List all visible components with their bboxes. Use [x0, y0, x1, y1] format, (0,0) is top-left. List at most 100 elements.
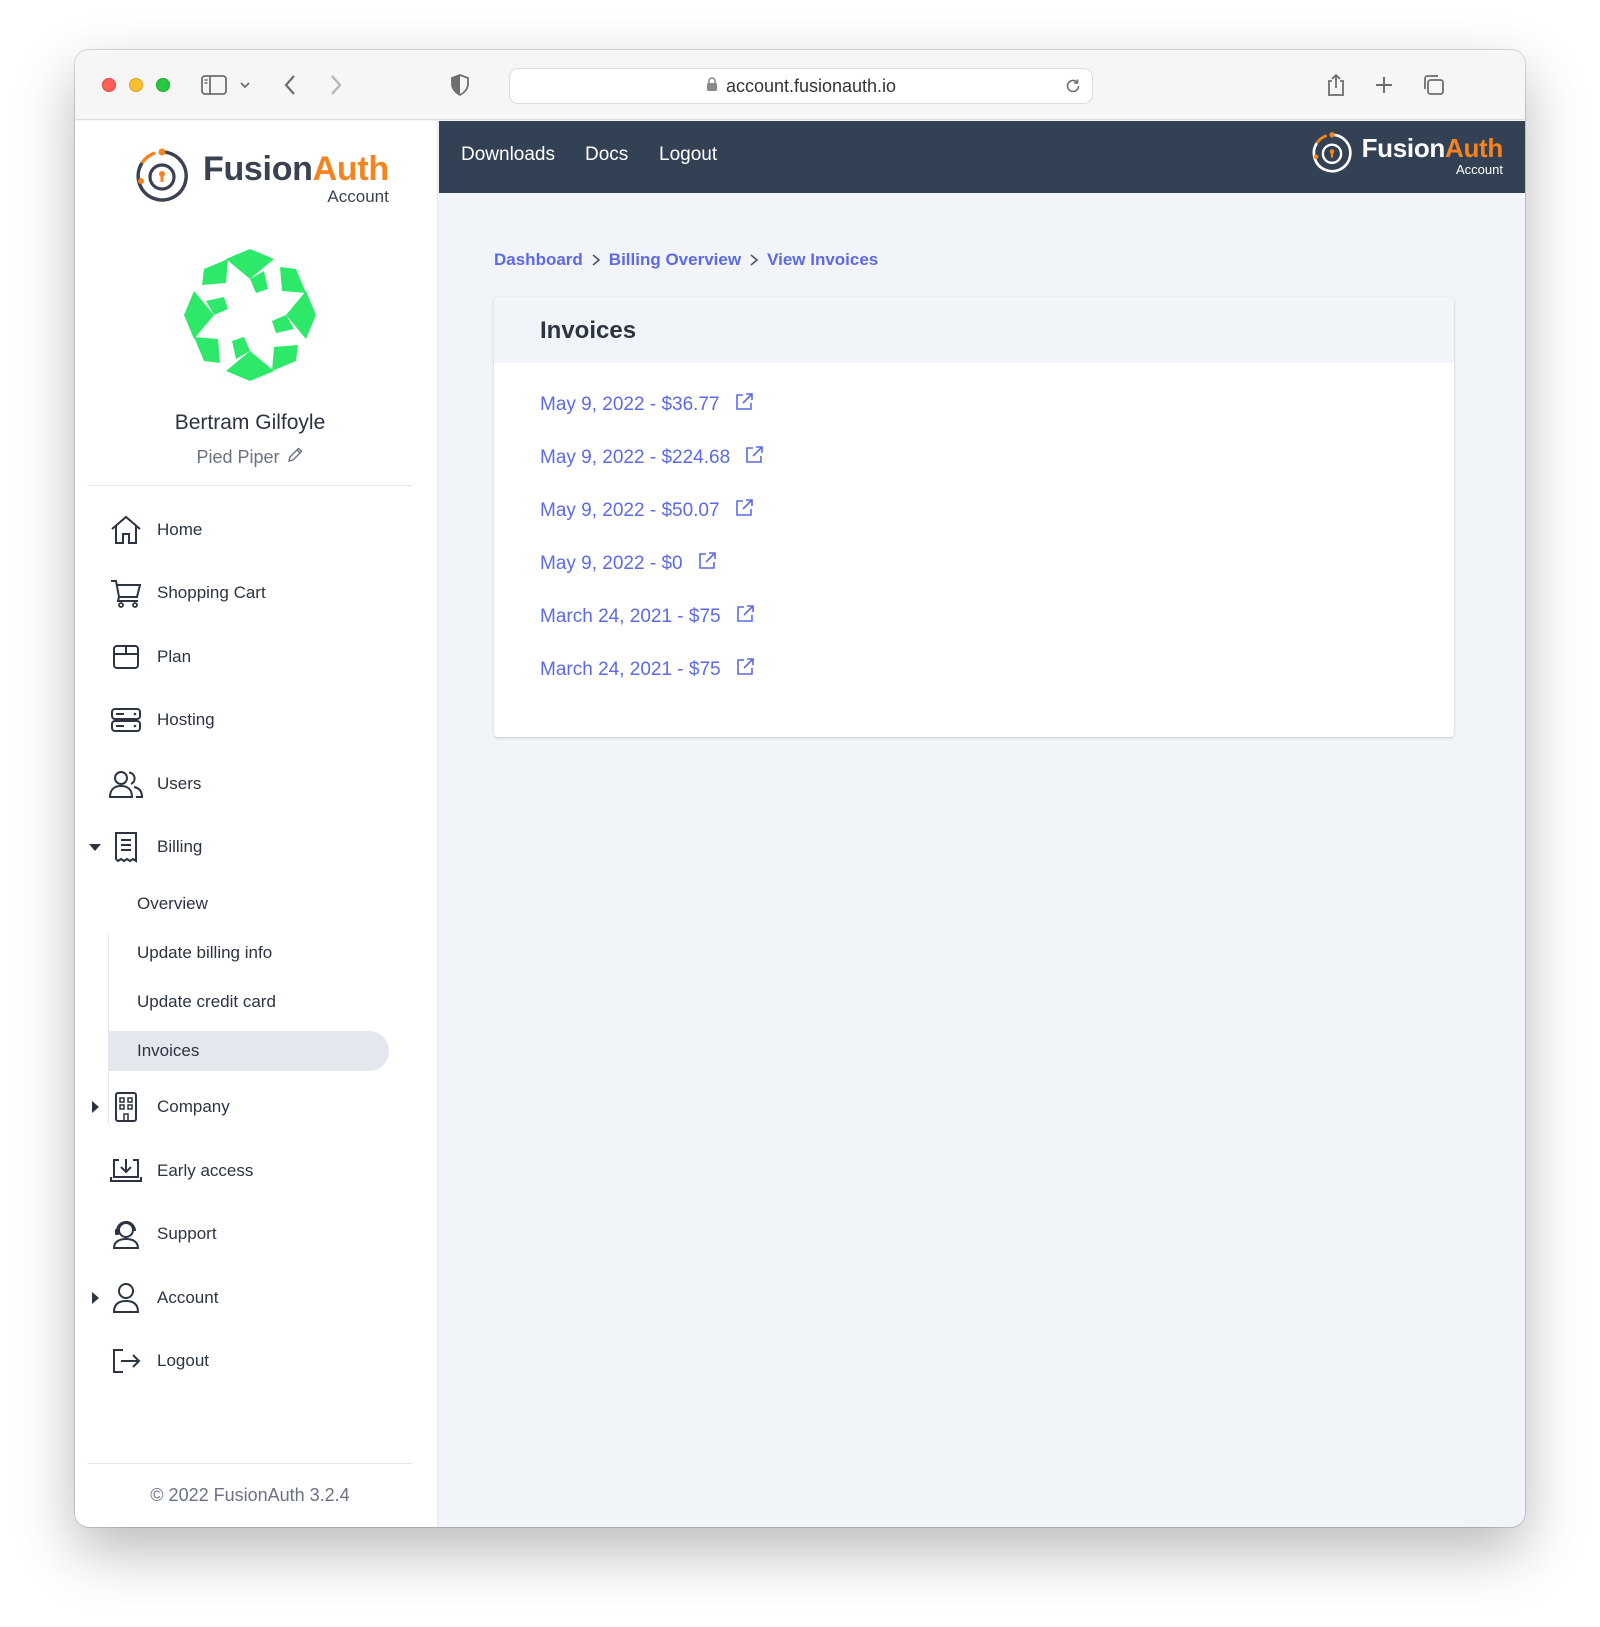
sidebar-item-billing[interactable]: Billing	[89, 823, 395, 871]
invoice-link[interactable]: May 9, 2022 - $224.68	[540, 445, 764, 471]
billing-sub-label: Invoices	[137, 1041, 200, 1060]
invoice-link[interactable]: May 9, 2022 - $0	[540, 551, 717, 577]
brand-word-auth: Auth	[1445, 133, 1503, 163]
sidebar-item-logout[interactable]: Logout	[95, 1337, 395, 1385]
sidebar-item-early-access[interactable]: Early access	[95, 1147, 395, 1195]
sidebar-item-account[interactable]: Account	[92, 1274, 395, 1322]
invoices-card: Invoices May 9, 2022 - $36.77 May 9, 202…	[494, 297, 1454, 737]
sidebar-item-label: Account	[157, 1288, 219, 1307]
topnav-docs-link[interactable]: Docs	[585, 144, 628, 166]
cart-icon	[109, 576, 143, 610]
billing-sub-label: Update billing info	[137, 943, 273, 962]
breadcrumb-billing-overview[interactable]: Billing Overview	[609, 250, 741, 270]
breadcrumb: Dashboard Billing Overview View Invoices	[494, 250, 878, 270]
url-text: account.fusionauth.io	[725, 75, 897, 96]
brand-word-auth: Auth	[312, 150, 390, 188]
external-link-icon	[734, 392, 754, 418]
billing-sub-invoices[interactable]: Invoices	[109, 1031, 389, 1071]
address-bar[interactable]: account.fusionauth.io	[509, 68, 1093, 104]
invoice-link[interactable]: March 24, 2021 - $75	[540, 604, 755, 630]
topnav-logout-link[interactable]: Logout	[659, 144, 717, 166]
tab-overview-icon[interactable]	[1420, 70, 1446, 100]
download-icon	[109, 1154, 143, 1188]
top-navbar: Downloads Docs Logout FusionAuth Account	[439, 121, 1525, 193]
sidebar-item-label: Billing	[157, 837, 203, 856]
billing-sub-update-billing-info[interactable]: Update billing info	[109, 933, 389, 973]
billing-sub-label: Overview	[137, 894, 208, 913]
avatar[interactable]	[184, 249, 316, 381]
caret-right-icon[interactable]	[83, 1095, 107, 1119]
caret-right-icon[interactable]	[83, 1286, 107, 1310]
user-name: Bertram Gilfoyle	[174, 411, 326, 434]
billing-sub-overview[interactable]: Overview	[109, 884, 389, 924]
sidebar-logo[interactable]: FusionAuth Account	[133, 147, 389, 210]
sidebar-item-label: Company	[157, 1097, 230, 1116]
topbar-logo[interactable]: FusionAuth Account	[1310, 131, 1503, 180]
logout-icon	[109, 1344, 143, 1378]
minimize-window-button[interactable]	[129, 78, 143, 92]
invoice-link[interactable]: March 24, 2021 - $75	[540, 657, 755, 683]
user-icon	[109, 1281, 143, 1315]
billing-sub-update-credit-card[interactable]: Update credit card	[109, 982, 389, 1022]
server-icon	[109, 703, 143, 737]
copyright: © 2022 FusionAuth 3.2.4	[150, 1485, 350, 1505]
chevron-right-icon	[749, 253, 759, 267]
sidebar-item-home[interactable]: Home	[95, 506, 395, 554]
building-icon	[109, 1090, 143, 1124]
sidebar-item-company[interactable]: Company	[92, 1083, 395, 1131]
sidebar-item-label: Hosting	[157, 710, 215, 729]
breadcrumb-view-invoices[interactable]: View Invoices	[767, 250, 878, 270]
zoom-window-button[interactable]	[156, 78, 170, 92]
forward-icon[interactable]	[326, 70, 346, 100]
user-org: Pied Piper	[75, 446, 425, 469]
external-link-icon	[744, 445, 764, 471]
brand-word-fusion: Fusion	[1361, 133, 1446, 163]
billing-sub-label: Update credit card	[137, 992, 276, 1011]
invoice-label: May 9, 2022 - $36.77	[540, 394, 720, 415]
sidebar-item-label: Home	[157, 520, 203, 539]
external-link-icon	[697, 551, 717, 577]
card-header: Invoices	[494, 297, 1454, 363]
invoice-label: March 24, 2021 - $75	[540, 659, 721, 680]
caret-down-icon[interactable]	[83, 835, 107, 859]
invoice-link[interactable]: May 9, 2022 - $36.77	[540, 392, 754, 418]
brand-sub: Account	[327, 187, 389, 206]
sidebar-item-label: Users	[157, 774, 202, 793]
sidebar-item-support[interactable]: Support	[95, 1210, 395, 1258]
package-icon	[109, 640, 143, 674]
sidebar-item-users[interactable]: Users	[95, 760, 395, 808]
sidebar-item-hosting[interactable]: Hosting	[95, 696, 395, 744]
invoice-label: May 9, 2022 - $224.68	[540, 447, 731, 468]
new-tab-icon[interactable]	[1373, 70, 1395, 100]
invoice-label: March 24, 2021 - $75	[540, 606, 721, 627]
receipt-icon	[109, 830, 143, 864]
lock-icon	[706, 76, 718, 97]
external-link-icon	[735, 604, 755, 630]
invoice-link[interactable]: May 9, 2022 - $50.07	[540, 498, 754, 524]
share-icon[interactable]	[1325, 70, 1347, 100]
home-icon	[109, 513, 143, 547]
sidebar-item-label: Logout	[157, 1351, 209, 1370]
fusionauth-logo-icon	[1310, 131, 1354, 180]
chevron-down-icon[interactable]	[238, 70, 252, 100]
brand-word-fusion: Fusion	[203, 150, 313, 188]
close-window-button[interactable]	[102, 78, 116, 92]
sidebar-item-shopping-cart[interactable]: Shopping Cart	[95, 569, 395, 617]
privacy-shield-icon[interactable]	[449, 70, 471, 100]
breadcrumb-dashboard[interactable]: Dashboard	[494, 250, 583, 270]
support-icon	[109, 1217, 143, 1251]
browser-window: account.fusionauth.io FusionAuth Account…	[75, 50, 1525, 1527]
pencil-icon[interactable]	[286, 446, 304, 469]
card-title: Invoices	[540, 317, 637, 344]
sidebar-divider	[87, 485, 413, 486]
sidebar-toggle-icon[interactable]	[199, 70, 229, 100]
browser-toolbar: account.fusionauth.io	[75, 50, 1525, 120]
sidebar-item-label: Early access	[157, 1161, 254, 1180]
external-link-icon	[734, 498, 754, 524]
sidebar-item-label: Support	[157, 1224, 217, 1243]
invoice-label: May 9, 2022 - $0	[540, 553, 683, 574]
sidebar-item-plan[interactable]: Plan	[95, 633, 395, 681]
reload-icon[interactable]	[1064, 77, 1082, 100]
topnav-downloads-link[interactable]: Downloads	[461, 144, 555, 166]
back-icon[interactable]	[280, 70, 300, 100]
